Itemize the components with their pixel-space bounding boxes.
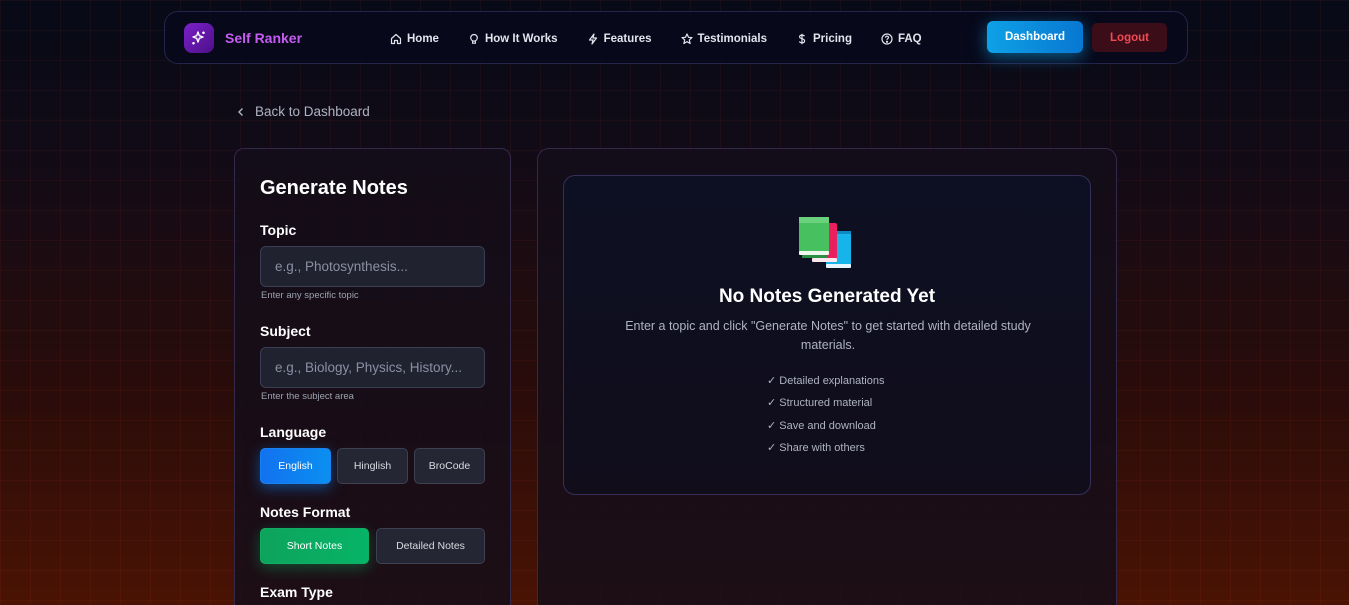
nav-link-testimonials[interactable]: Testimonials <box>680 32 767 45</box>
back-link-label: Back to Dashboard <box>255 104 370 119</box>
dollar-icon <box>798 33 806 44</box>
topic-label: Topic <box>260 222 297 238</box>
brand[interactable]: Self Ranker <box>184 22 303 53</box>
navbar: Self Ranker Home How It Works Features T… <box>164 11 1188 64</box>
nav-link-features[interactable]: Features <box>587 33 652 45</box>
notes-format-label: Notes Format <box>260 504 351 520</box>
logout-button[interactable]: Logout <box>1092 23 1167 52</box>
subject-helper: Enter the subject area <box>261 391 354 402</box>
books-icon <box>799 217 851 268</box>
list-item: ✓ Structured material <box>767 397 873 410</box>
topic-helper: Enter any specific topic <box>261 290 359 301</box>
dashboard-button[interactable]: Dashboard <box>987 21 1083 53</box>
list-item: ✓ Share with others <box>767 441 865 454</box>
topic-input[interactable] <box>260 246 485 287</box>
nav-link-how-it-works[interactable]: How It Works <box>468 33 558 45</box>
nav-link-label: Home <box>407 32 439 45</box>
home-icon <box>390 33 402 44</box>
nav-link-label: How It Works <box>484 32 558 45</box>
notes-output-panel: No Notes Generated Yet Enter a topic and… <box>537 148 1117 605</box>
format-option-detailed-notes[interactable]: Detailed Notes <box>376 528 485 564</box>
nav-link-label: FAQ <box>897 32 922 45</box>
back-to-dashboard-link[interactable]: Back to Dashboard <box>236 104 370 119</box>
lightning-icon <box>588 32 597 45</box>
nav-link-home[interactable]: Home <box>390 33 439 45</box>
nav-link-label: Pricing <box>812 32 852 45</box>
subject-label: Subject <box>260 323 311 339</box>
lightbulb-icon <box>470 33 478 44</box>
language-option-english[interactable]: English <box>260 448 331 484</box>
empty-state-title: No Notes Generated Yet <box>718 286 936 307</box>
sparkles-icon <box>184 22 214 53</box>
nav-links: Home How It Works Features Testimonials … <box>390 12 951 65</box>
nav-link-label: Features <box>603 32 652 45</box>
form-title: Generate Notes <box>260 177 408 199</box>
language-option-brocode[interactable]: BroCode <box>414 448 485 484</box>
language-label: Language <box>260 424 327 440</box>
nav-link-faq[interactable]: FAQ <box>881 33 922 45</box>
nav-link-label: Testimonials <box>697 32 767 45</box>
nav-link-pricing[interactable]: Pricing <box>796 33 852 45</box>
brand-name: Self Ranker <box>225 29 303 46</box>
subject-input[interactable] <box>260 347 485 388</box>
feature-list: ✓ Detailed explanations ✓ Structured mat… <box>767 374 884 463</box>
empty-state-card: No Notes Generated Yet Enter a topic and… <box>563 175 1091 495</box>
empty-state-description: Enter a topic and click "Generate Notes"… <box>625 319 1031 352</box>
star-icon <box>680 32 693 44</box>
exam-type-label: Exam Type <box>260 584 333 600</box>
format-option-short-notes[interactable]: Short Notes <box>260 528 369 564</box>
language-option-hinglish[interactable]: Hinglish <box>337 448 408 484</box>
list-item: ✓ Save and download <box>767 419 876 432</box>
generate-notes-form: Generate Notes Topic Enter any specific … <box>234 148 511 605</box>
chevron-left-icon <box>238 107 243 116</box>
help-circle-icon <box>881 32 893 45</box>
list-item: ✓ Detailed explanations <box>767 375 885 387</box>
